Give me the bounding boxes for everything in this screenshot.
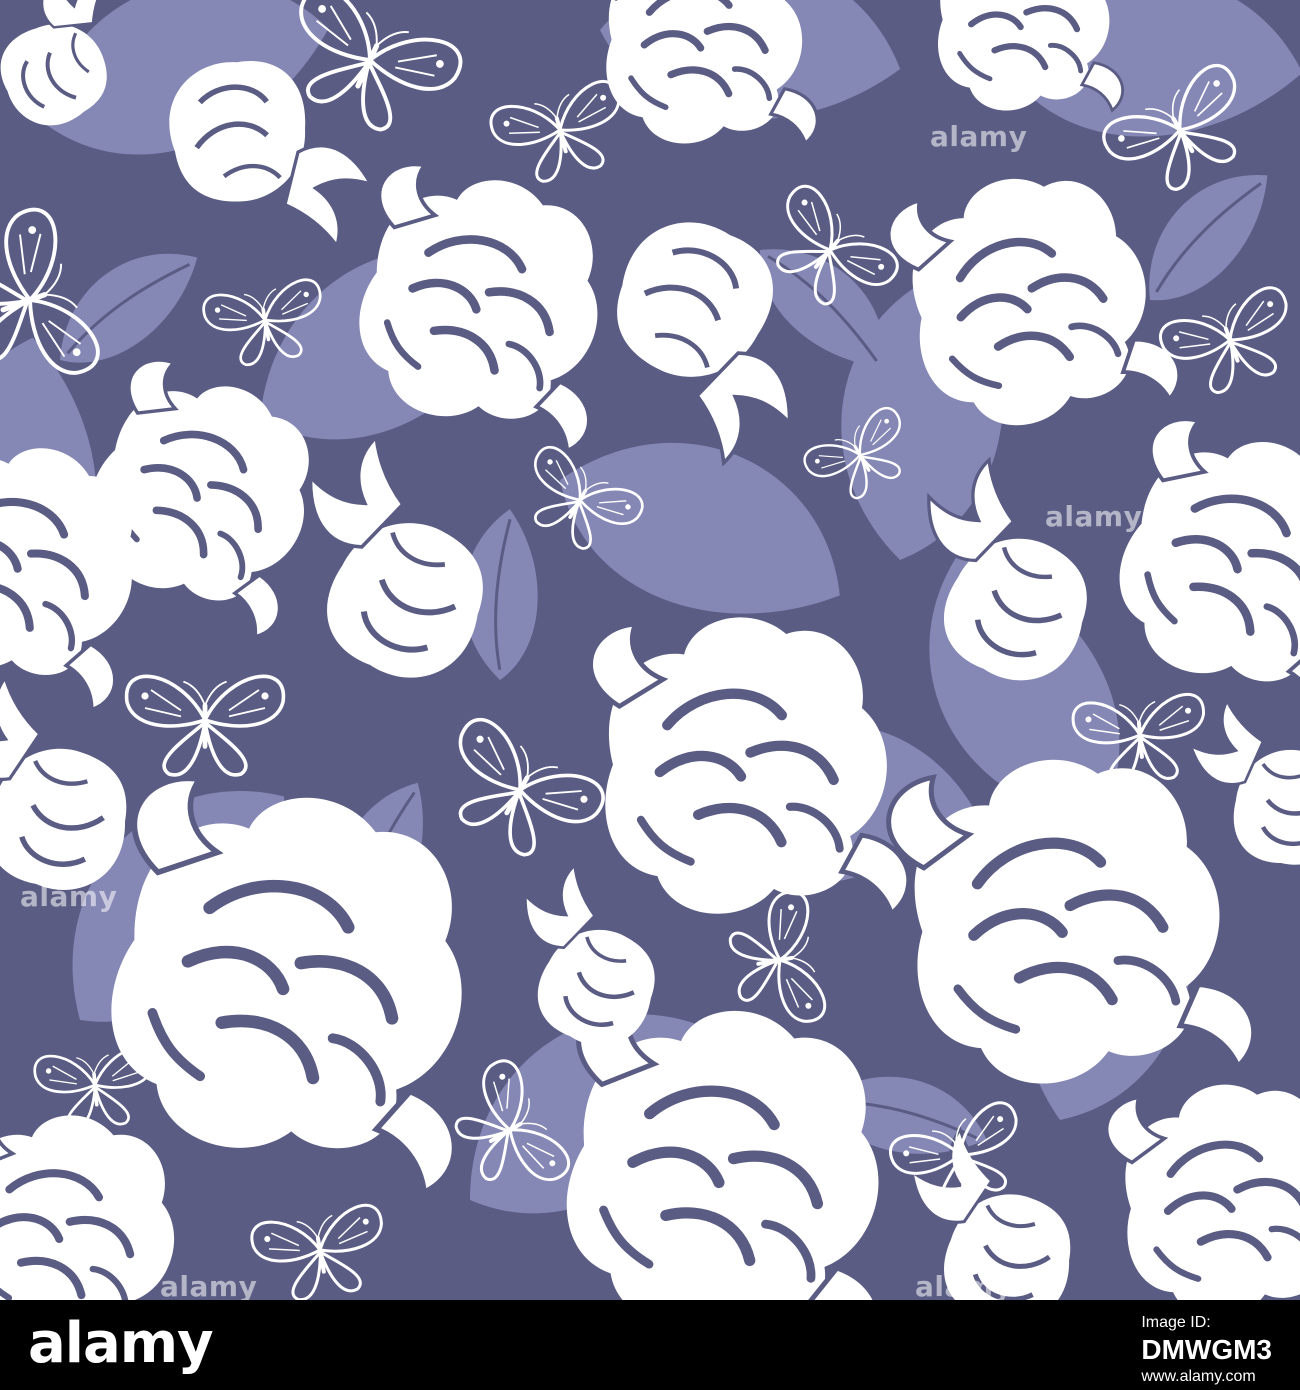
floral-pattern-svg	[0, 0, 1300, 1300]
alamy-logo-text: alamy	[28, 1311, 214, 1376]
image-id-value: DMWGM3	[1141, 1334, 1272, 1365]
stock-photo-frame: alamy alamy alamy alamy alamy alamy Imag…	[0, 0, 1300, 1390]
stock-footer-bar: alamy Image ID: DMWGM3 www.alamy.com	[0, 1300, 1300, 1390]
source-url: www.alamy.com	[1141, 1368, 1256, 1385]
image-id-label: Image ID:	[1141, 1314, 1211, 1331]
alamy-logo: alamy	[28, 1311, 214, 1376]
image-info: Image ID: DMWGM3 www.alamy.com	[1141, 1312, 1272, 1388]
floral-pattern-image: alamy alamy alamy alamy alamy	[0, 0, 1300, 1300]
